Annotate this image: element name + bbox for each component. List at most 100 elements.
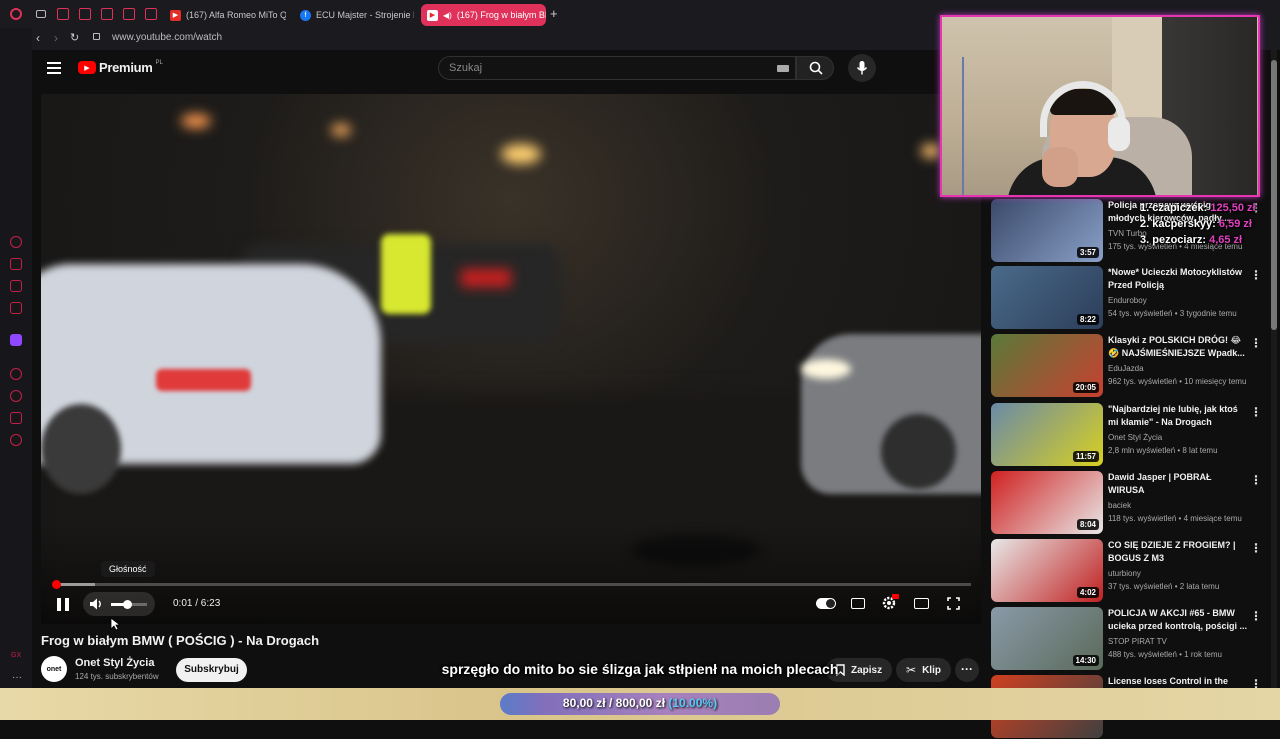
new-tab-button[interactable]: +	[550, 6, 558, 21]
more-options-icon[interactable]: ⋮	[1250, 473, 1262, 487]
video-thumbnail[interactable]: 3:57	[991, 199, 1103, 262]
stream-subtitle: sprzęgło do mito bo sie ślizga jak stłpi…	[441, 661, 839, 677]
volume-icon[interactable]	[89, 597, 103, 611]
miniplayer-button[interactable]	[914, 598, 929, 609]
channel-avatar[interactable]: onet	[41, 656, 67, 682]
sidebar-more-icon[interactable]: ···	[12, 672, 22, 683]
subtitles-button[interactable]	[851, 598, 865, 609]
video-thumbnail[interactable]: 20:05	[991, 334, 1103, 397]
video-thumbnail[interactable]: 4:02	[991, 539, 1103, 602]
bmw-tail-light	[156, 369, 251, 391]
recommended-video[interactable]: 4:02 CO SIĘ DZIEJE Z FROGIEM? | BOGUS Z M…	[991, 539, 1271, 603]
more-options-icon[interactable]: ⋮	[1250, 405, 1262, 419]
sound-icon[interactable]: ◀)	[443, 11, 452, 20]
volume-slider[interactable]	[111, 600, 147, 609]
recommended-video[interactable]: 11:57 "Najbardziej nie lubię, jak ktoś mi…	[991, 403, 1271, 467]
more-options-icon[interactable]: ⋮	[1250, 268, 1262, 282]
channel-name[interactable]: Enduroboy	[1108, 296, 1147, 305]
tab-alfa-romeo[interactable]: ▶ (167) Alfa Romeo MiTo QV	[164, 4, 286, 26]
search-button[interactable]	[796, 56, 834, 80]
keyboard-icon[interactable]	[777, 65, 789, 72]
pinned-tab-5-icon[interactable]	[145, 8, 157, 20]
video-duration: 3:57	[1076, 247, 1099, 258]
pinned-tab-3-icon[interactable]	[101, 8, 113, 20]
opera-logo-icon[interactable]	[10, 8, 22, 20]
url-text[interactable]: www.youtube.com/watch	[112, 32, 222, 43]
more-options-icon[interactable]: ⋮	[1250, 541, 1262, 555]
video-title[interactable]: CO SIĘ DZIEJE Z FROGIEM? | BOGUS Z M3	[1108, 539, 1248, 565]
channel-name[interactable]: Onet Styl Życia	[1108, 433, 1162, 442]
search-input[interactable]: Szukaj	[438, 56, 796, 80]
sidebar-messenger-icon[interactable]	[10, 280, 22, 292]
progress-scrubber[interactable]	[52, 580, 61, 589]
tab-frog-bmw[interactable]: ▶ ◀) (167) Frog w białym BM	[421, 4, 546, 26]
channel-name[interactable]: uturbiony	[1108, 569, 1141, 578]
settings-button[interactable]	[881, 594, 899, 616]
more-options-icon[interactable]: ⋮	[1250, 609, 1262, 623]
sidebar-player-icon[interactable]	[10, 368, 22, 380]
video-title[interactable]: Klasyki z POLSKICH DRÓG! 😂 🤣 NAJŚMIEŚNIE…	[1108, 334, 1248, 360]
video-title[interactable]: POLICJA W AKCJI #65 - BMW ucieka przed k…	[1108, 607, 1248, 633]
video-meta: 488 tys. wyświetleń • 1 rok temu	[1108, 650, 1222, 659]
sidebar-twitch-icon[interactable]	[10, 334, 22, 346]
tab-ecu-majster[interactable]: f ECU Majster - Strojenie M	[294, 4, 414, 26]
fullscreen-icon	[947, 597, 960, 610]
sidebar-aria-icon[interactable]	[10, 236, 22, 248]
sidebar-settings-icon[interactable]	[10, 434, 22, 446]
clip-button[interactable]: ✂ Klip	[896, 658, 951, 682]
volume-knob[interactable]	[123, 600, 133, 609]
donor-leaderboard: 1. czapiczek: 125,50 zł 2. kacperskyy: 6…	[1140, 200, 1270, 248]
voice-search-button[interactable]	[848, 54, 876, 82]
facebook-icon: f	[300, 9, 311, 21]
pinned-tab-4-icon[interactable]	[123, 8, 135, 20]
scrollbar-thumb[interactable]	[1271, 60, 1277, 330]
reload-icon[interactable]: ↻	[70, 31, 79, 44]
recommended-video[interactable]: 14:30 POLICJA W AKCJI #65 - BMW ucieka pr…	[991, 607, 1271, 671]
sidebar-downloads-icon[interactable]	[10, 412, 22, 424]
mouse-cursor-icon	[110, 617, 120, 631]
channel-name[interactable]: EduJazda	[1108, 364, 1144, 373]
pause-button[interactable]	[49, 594, 77, 614]
more-options-icon[interactable]: ⋮	[1250, 336, 1262, 350]
sidebar-ext-icon[interactable]: GX	[11, 652, 21, 659]
video-title[interactable]: "Najbardziej nie lubię, jak ktoś mi kłam…	[1108, 403, 1248, 429]
sidebar-wallet-icon[interactable]	[10, 258, 22, 270]
video-thumbnail[interactable]: 8:22	[991, 266, 1103, 329]
workspaces-icon[interactable]	[36, 10, 46, 18]
recommended-video[interactable]: 8:22 *Nowe* Ucieczki Motocyklistów Przed …	[991, 266, 1271, 330]
volume-control[interactable]	[83, 592, 155, 616]
subscribe-button[interactable]: Subskrybuj	[176, 658, 247, 682]
street-light	[921, 144, 941, 158]
pinned-tab-2-icon[interactable]	[79, 8, 91, 20]
channel-name[interactable]: Onet Styl Życia	[75, 657, 154, 669]
page-scrollbar[interactable]	[1271, 50, 1277, 690]
youtube-logo[interactable]: ▶ Premium PL	[78, 60, 163, 75]
sidebar-music-icon[interactable]	[10, 302, 22, 314]
channel-name[interactable]: STOP PIRAT TV	[1108, 637, 1167, 646]
video-title[interactable]: License loses Control in the	[1108, 675, 1248, 688]
video-thumbnail[interactable]: 14:30	[991, 607, 1103, 670]
sidebar-history-icon[interactable]	[10, 390, 22, 402]
recommended-video[interactable]: 8:04 Dawid Jasper | POBRAŁ WIRUSA baciek 11…	[991, 471, 1271, 535]
back-icon[interactable]: ‹	[36, 31, 40, 45]
more-actions-button[interactable]: ···	[955, 658, 979, 682]
video-title[interactable]: *Nowe* Ucieczki Motocyklistów Przed Poli…	[1108, 266, 1248, 292]
wall-cable	[962, 57, 976, 195]
video-thumbnail[interactable]: 11:57	[991, 403, 1103, 466]
channel-name[interactable]: baciek	[1108, 501, 1131, 510]
tab-label: (167) Alfa Romeo MiTo QV	[186, 10, 286, 20]
video-thumbnail[interactable]: 8:04	[991, 471, 1103, 534]
menu-icon[interactable]	[47, 62, 61, 74]
progress-bar[interactable]	[52, 580, 971, 589]
pinned-tab-1-icon[interactable]	[57, 8, 69, 20]
fullscreen-button[interactable]	[947, 597, 960, 615]
video-player[interactable]: Głośność 0:01 / 6:23	[41, 94, 981, 624]
recommended-video[interactable]: 20:05 Klasyki z POLSKICH DRÓG! 😂 🤣 NAJŚMI…	[991, 334, 1271, 398]
autoplay-toggle[interactable]	[816, 598, 836, 609]
forward-icon[interactable]: ›	[54, 31, 58, 45]
donor-name: 2. kacperskyy:	[1140, 218, 1216, 230]
logo-text: Premium	[99, 60, 153, 75]
video-meta: 2,8 mln wyświetleń • 8 lat temu	[1108, 446, 1218, 455]
tab-label: (167) Frog w białym BM	[456, 10, 546, 20]
video-title[interactable]: Dawid Jasper | POBRAŁ WIRUSA	[1108, 471, 1248, 497]
